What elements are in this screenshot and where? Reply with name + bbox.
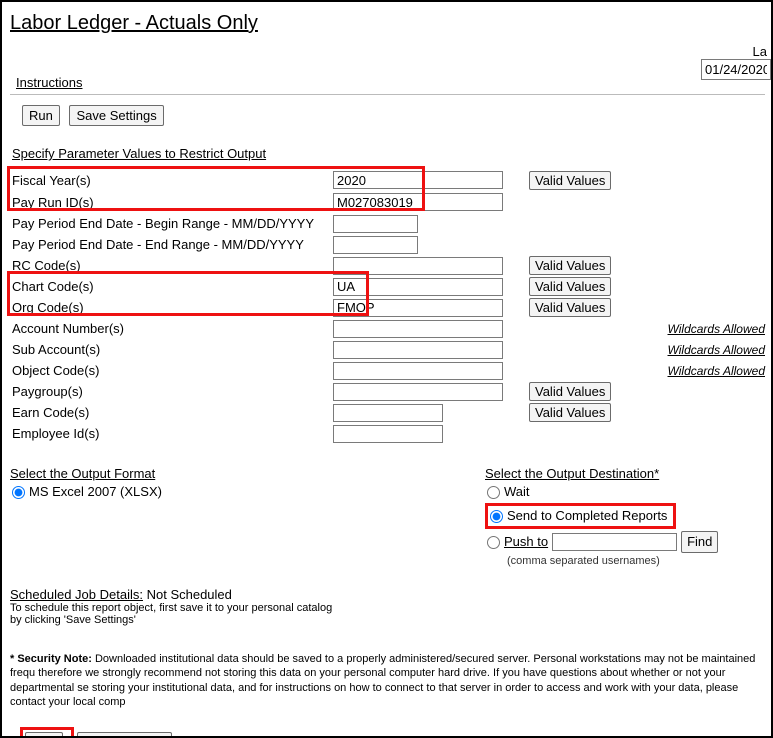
security-note-prefix: * Security Note: [10,653,92,665]
account-number-wildcards[interactable]: Wildcards Allowed [668,322,765,336]
params-block: Fiscal Year(s) Valid Values Pay Run ID(s… [10,169,765,444]
rc-code-input[interactable] [333,257,503,275]
security-note: * Security Note: Downloaded institutiona… [10,652,765,709]
highlight-dest-completed: Send to Completed Reports [485,503,676,529]
pp-end-label: Pay Period End Date - End Range - MM/DD/… [12,237,333,252]
divider [10,94,765,95]
scheduled-title: Scheduled Job Details: [10,587,143,602]
dest-push-label: Push to [504,533,548,551]
output-format-xlsx-radio[interactable] [12,486,25,499]
sub-account-label: Sub Account(s) [12,342,333,357]
output-format-title: Select the Output Format [10,466,485,481]
sub-account-input[interactable] [333,341,503,359]
save-settings-button[interactable]: Save Settings [69,105,163,126]
account-number-label: Account Number(s) [12,321,333,336]
pp-begin-label: Pay Period End Date - Begin Range - MM/D… [12,216,333,231]
top-right-label: La [701,44,771,59]
org-code-input[interactable] [333,299,503,317]
rc-code-label: RC Code(s) [12,258,333,273]
run-button-bottom[interactable]: Run [25,732,63,738]
account-number-input[interactable] [333,320,503,338]
scheduled-line1: To schedule this report object, first sa… [10,602,765,614]
push-to-hint: (comma separated usernames) [507,555,765,567]
employee-id-label: Employee Id(s) [12,426,333,441]
org-code-valid-values[interactable]: Valid Values [529,298,611,317]
scheduled-line2: by clicking 'Save Settings' [10,614,765,626]
output-format-xlsx-label: MS Excel 2007 (XLSX) [29,483,162,501]
sub-account-wildcards[interactable]: Wildcards Allowed [668,343,765,357]
pp-end-input[interactable] [333,236,418,254]
employee-id-input[interactable] [333,425,443,443]
pp-begin-input[interactable] [333,215,418,233]
earn-code-label: Earn Code(s) [12,405,333,420]
fiscal-year-label: Fiscal Year(s) [12,173,333,188]
fiscal-year-input[interactable] [333,171,503,189]
find-button[interactable]: Find [681,531,718,553]
top-right-date-input[interactable] [701,59,771,80]
pay-run-id-label: Pay Run ID(s) [12,195,333,210]
dest-push-radio[interactable] [487,536,500,549]
output-dest-title: Select the Output Destination* [485,466,765,481]
earn-code-valid-values[interactable]: Valid Values [529,403,611,422]
instructions-link[interactable]: Instructions [16,75,765,90]
chart-code-label: Chart Code(s) [12,279,333,294]
rc-code-valid-values[interactable]: Valid Values [529,256,611,275]
paygroup-input[interactable] [333,383,503,401]
pay-run-id-input[interactable] [333,193,503,211]
scheduled-status: Not Scheduled [147,587,232,602]
chart-code-valid-values[interactable]: Valid Values [529,277,611,296]
top-right-date-block: La [701,44,771,80]
object-code-label: Object Code(s) [12,363,333,378]
security-note-body: Downloaded institutional data should be … [10,653,755,708]
page-title: Labor Ledger - Actuals Only [10,12,765,35]
params-title: Specify Parameter Values to Restrict Out… [12,146,765,161]
push-to-input[interactable] [552,533,677,551]
dest-completed-radio[interactable] [490,510,503,523]
dest-wait-radio[interactable] [487,486,500,499]
object-code-input[interactable] [333,362,503,380]
object-code-wildcards[interactable]: Wildcards Allowed [668,364,765,378]
fiscal-year-valid-values[interactable]: Valid Values [529,171,611,190]
save-settings-button-bottom[interactable]: Save Settings [77,732,171,738]
dest-completed-label: Send to Completed Reports [507,507,667,525]
org-code-label: Org Code(s) [12,300,333,315]
run-button[interactable]: Run [22,105,60,126]
paygroup-label: Paygroup(s) [12,384,333,399]
chart-code-input[interactable] [333,278,503,296]
dest-wait-label: Wait [504,483,530,501]
highlight-run-bottom: Run [20,727,74,738]
earn-code-input[interactable] [333,404,443,422]
paygroup-valid-values[interactable]: Valid Values [529,382,611,401]
